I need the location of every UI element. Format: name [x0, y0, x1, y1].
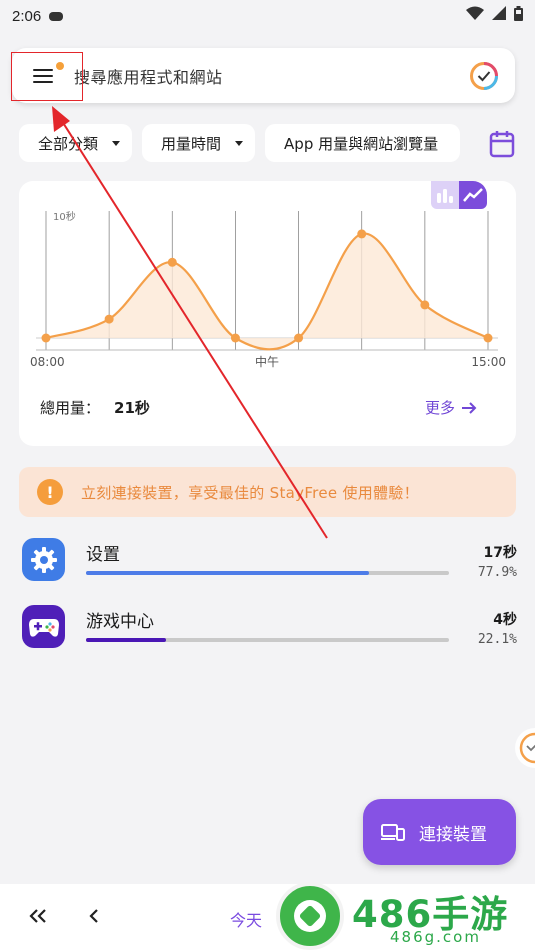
- x-tick-label: 中午: [255, 354, 279, 369]
- annotation-highlight-box: [11, 52, 83, 101]
- stayfree-logo-icon[interactable]: [469, 61, 499, 91]
- line-chart-icon[interactable]: [459, 181, 487, 209]
- usage-chart: 10秒 08:00 中午 15:00: [30, 210, 506, 369]
- data-point: [167, 257, 177, 267]
- app-percent: 77.9%: [477, 565, 517, 580]
- data-point: [230, 333, 240, 343]
- category-label: 全部分類: [38, 134, 99, 153]
- list-item[interactable]: 设置 17秒 77.9%: [22, 538, 517, 584]
- list-item[interactable]: 游戏中心 4秒 22.1%: [22, 605, 517, 651]
- gamepad-icon: [49, 11, 64, 21]
- app-name: 游戏中心: [86, 612, 154, 632]
- double-chevron-left-icon[interactable]: [28, 908, 48, 924]
- banner-text: 立刻連接裝置，享受最佳的 StayFree 使用體驗！: [81, 483, 419, 502]
- x-tick-label: 15:00: [471, 355, 506, 369]
- search-bar[interactable]: 搜尋應用程式和網站: [12, 48, 515, 103]
- total-usage-value: 21秒: [114, 399, 150, 417]
- calendar-icon[interactable]: [489, 130, 515, 158]
- wifi-icon: [466, 6, 484, 20]
- x-tick-label: 08:00: [30, 355, 65, 369]
- devices-icon: [381, 824, 405, 841]
- category-dropdown[interactable]: 全部分類: [19, 124, 133, 162]
- signal-icon: [492, 6, 506, 20]
- watermark: 486手游网 486g.com: [276, 876, 535, 951]
- chevron-left-icon[interactable]: [88, 908, 100, 924]
- usage-bar-fill: [86, 571, 369, 575]
- battery-icon: [514, 6, 523, 21]
- data-point: [357, 229, 367, 239]
- status-icons: [466, 6, 523, 21]
- data-point: [483, 333, 493, 343]
- usage-bar: [86, 571, 449, 575]
- game-controller-icon: [22, 605, 65, 648]
- data-point: [294, 333, 304, 343]
- data-point: [41, 333, 51, 343]
- settings-gear-icon: [22, 538, 65, 581]
- floating-widget-icon[interactable]: [509, 721, 535, 775]
- chart-type-toggle[interactable]: [431, 181, 487, 209]
- total-usage-label: 總用量：: [40, 399, 101, 417]
- app-time: 4秒: [493, 612, 517, 628]
- warning-icon: !: [37, 479, 63, 505]
- data-point: [104, 314, 114, 324]
- app-name: 设置: [86, 545, 120, 565]
- data-point: [420, 300, 430, 310]
- scope-label: App 用量與網站瀏覽量: [284, 134, 439, 153]
- caret-down-icon: [235, 140, 244, 146]
- watermark-logo-icon: [276, 882, 344, 950]
- metric-dropdown[interactable]: 用量時間: [142, 124, 256, 162]
- arrow-right-icon: [462, 401, 477, 414]
- app-percent: 22.1%: [477, 632, 517, 647]
- series-area: [46, 233, 488, 350]
- scope-dropdown[interactable]: App 用量與網站瀏覽量: [265, 124, 461, 162]
- date-label[interactable]: 今天: [230, 907, 262, 931]
- usage-bar: [86, 638, 449, 642]
- usage-bar-fill: [86, 638, 167, 642]
- metric-label: 用量時間: [161, 134, 222, 153]
- more-link[interactable]: 更多: [425, 397, 477, 418]
- search-input[interactable]: 搜尋應用程式和網站: [74, 64, 223, 88]
- status-bar: 2:06: [0, 0, 535, 32]
- bar-chart-icon[interactable]: [431, 181, 459, 209]
- watermark-subtitle: 486g.com: [390, 928, 481, 946]
- app-time: 17秒: [483, 545, 517, 561]
- caret-down-icon: [112, 140, 121, 146]
- status-time: 2:06: [12, 7, 42, 25]
- fab-label: 連接裝置: [419, 824, 487, 845]
- total-usage: 總用量： 21秒: [40, 397, 150, 418]
- more-label: 更多: [425, 399, 456, 417]
- connect-device-banner[interactable]: ! 立刻連接裝置，享受最佳的 StayFree 使用體驗！: [19, 467, 516, 517]
- connect-device-button[interactable]: 連接裝置: [363, 799, 516, 865]
- y-axis-label: 10秒: [53, 210, 76, 223]
- filter-row: 全部分類 用量時間 App 用量與網站瀏覽量: [19, 124, 461, 162]
